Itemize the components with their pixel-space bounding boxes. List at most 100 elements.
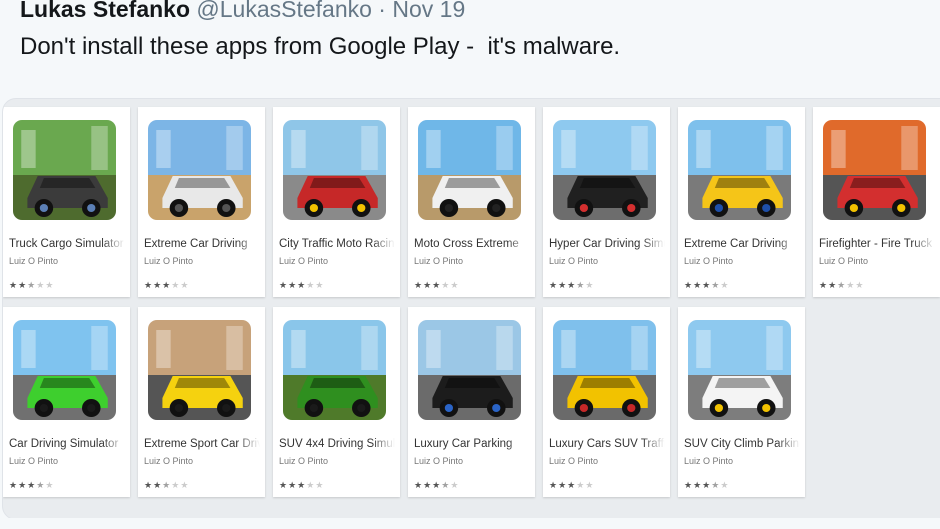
star-icon: ★ xyxy=(414,280,424,290)
star-icon: ★ xyxy=(423,280,433,290)
app-icon[interactable] xyxy=(283,320,386,420)
star-icon: ★ xyxy=(315,280,325,290)
star-rating: ★★★★★ xyxy=(144,280,189,291)
app-title[interactable]: Luxury Cars SUV Traffic xyxy=(549,438,665,450)
app-card[interactable]: Extreme Car Driving Luiz O Pinto ★★★★★ xyxy=(678,107,805,297)
author-handle[interactable]: @LukasStefanko xyxy=(196,0,372,22)
star-icon: ★ xyxy=(288,480,298,490)
star-rating: ★★★★★ xyxy=(144,480,189,491)
star-icon: ★ xyxy=(162,280,172,290)
star-rating: ★★★★★ xyxy=(684,280,729,291)
star-icon: ★ xyxy=(423,480,433,490)
star-icon: ★ xyxy=(306,480,316,490)
tweet-header: Lukas Stefanko @LukasStefanko · Nov 19 xyxy=(20,0,465,24)
app-card[interactable]: Hyper Car Driving Simulator Luiz O Pinto ★… xyxy=(543,107,670,297)
star-icon: ★ xyxy=(18,480,28,490)
app-icon[interactable] xyxy=(283,120,386,220)
app-developer[interactable]: Luiz O Pinto xyxy=(279,456,328,466)
app-title[interactable]: Firefighter - Fire Truck xyxy=(819,238,935,250)
star-icon: ★ xyxy=(144,280,154,290)
app-icon[interactable] xyxy=(13,320,116,420)
app-title[interactable]: Car Driving Simulator xyxy=(9,438,125,450)
star-icon: ★ xyxy=(297,280,307,290)
author-name[interactable]: Lukas Stefanko xyxy=(20,0,190,22)
app-title[interactable]: Moto Cross Extreme xyxy=(414,238,530,250)
star-icon: ★ xyxy=(441,280,451,290)
app-card[interactable]: Extreme Car Driving Luiz O Pinto ★★★★★ xyxy=(138,107,265,297)
app-card[interactable]: Truck Cargo Simulator Luiz O Pinto ★★★★★ xyxy=(3,107,130,297)
app-title[interactable]: SUV 4x4 Driving Simulator xyxy=(279,438,395,450)
star-icon: ★ xyxy=(819,280,829,290)
star-icon: ★ xyxy=(855,280,865,290)
star-icon: ★ xyxy=(162,480,172,490)
app-card[interactable]: Moto Cross Extreme Luiz O Pinto ★★★★★ xyxy=(408,107,535,297)
app-icon[interactable] xyxy=(553,320,656,420)
app-developer[interactable]: Luiz O Pinto xyxy=(819,256,868,266)
app-icon[interactable] xyxy=(688,320,791,420)
app-icon[interactable] xyxy=(13,120,116,220)
app-developer[interactable]: Luiz O Pinto xyxy=(9,256,58,266)
star-icon: ★ xyxy=(45,480,55,490)
star-icon: ★ xyxy=(711,280,721,290)
star-icon: ★ xyxy=(180,280,190,290)
app-title[interactable]: Extreme Sport Car Driving xyxy=(144,438,260,450)
app-title[interactable]: Truck Cargo Simulator xyxy=(9,238,125,250)
star-icon: ★ xyxy=(180,480,190,490)
app-title[interactable]: SUV City Climb Parking xyxy=(684,438,800,450)
star-icon: ★ xyxy=(153,280,163,290)
tweet-date[interactable]: Nov 19 xyxy=(392,0,465,22)
app-developer[interactable]: Luiz O Pinto xyxy=(144,456,193,466)
star-icon: ★ xyxy=(432,280,442,290)
app-icon[interactable] xyxy=(148,120,251,220)
app-title[interactable]: Extreme Car Driving xyxy=(684,238,800,250)
star-icon: ★ xyxy=(171,480,181,490)
app-icon[interactable] xyxy=(553,120,656,220)
star-rating: ★★★★★ xyxy=(549,480,594,491)
app-developer[interactable]: Luiz O Pinto xyxy=(9,456,58,466)
app-developer[interactable]: Luiz O Pinto xyxy=(684,256,733,266)
star-icon: ★ xyxy=(432,480,442,490)
star-icon: ★ xyxy=(297,480,307,490)
star-icon: ★ xyxy=(558,480,568,490)
app-card[interactable]: Luxury Cars SUV Traffic Luiz O Pinto ★★★★★ xyxy=(543,307,670,497)
app-developer[interactable]: Luiz O Pinto xyxy=(279,256,328,266)
app-card[interactable]: SUV 4x4 Driving SimulatorLuiz O Pinto★★★… xyxy=(273,307,400,497)
star-icon: ★ xyxy=(693,280,703,290)
app-title[interactable]: Extreme Car Driving xyxy=(144,238,260,250)
app-card[interactable]: Extreme Sport Car DrivingLuiz O Pinto★★★… xyxy=(138,307,265,497)
star-icon: ★ xyxy=(711,480,721,490)
star-icon: ★ xyxy=(171,280,181,290)
star-icon: ★ xyxy=(684,280,694,290)
app-developer[interactable]: Luiz O Pinto xyxy=(144,256,193,266)
app-icon[interactable] xyxy=(823,120,926,220)
app-title[interactable]: City Traffic Moto Racing xyxy=(279,238,395,250)
app-card[interactable]: SUV City Climb Parking Luiz O Pinto ★★★★★ xyxy=(678,307,805,497)
separator-dot: · xyxy=(378,0,386,22)
star-icon: ★ xyxy=(9,480,19,490)
app-developer[interactable]: Luiz O Pinto xyxy=(414,456,463,466)
tweet-media-image[interactable]: Truck Cargo Simulator Luiz O Pinto ★★★★★ Ex… xyxy=(2,98,940,520)
app-icon[interactable] xyxy=(688,120,791,220)
star-icon: ★ xyxy=(288,280,298,290)
app-developer[interactable]: Luiz O Pinto xyxy=(549,256,598,266)
app-title[interactable]: Hyper Car Driving Simulator xyxy=(549,238,665,250)
app-developer[interactable]: Luiz O Pinto xyxy=(684,456,733,466)
star-icon: ★ xyxy=(837,280,847,290)
app-icon[interactable] xyxy=(418,320,521,420)
app-card[interactable]: City Traffic Moto Racing Luiz O Pinto ★★★★… xyxy=(273,107,400,297)
star-rating: ★★★★★ xyxy=(9,480,54,491)
star-icon: ★ xyxy=(567,280,577,290)
app-developer[interactable]: Luiz O Pinto xyxy=(414,256,463,266)
app-title[interactable]: Luxury Car Parking xyxy=(414,438,530,450)
star-icon: ★ xyxy=(702,280,712,290)
star-icon: ★ xyxy=(693,480,703,490)
app-card[interactable]: Firefighter - Fire Truck Luiz O Pinto ★★★★… xyxy=(813,107,940,297)
star-icon: ★ xyxy=(684,480,694,490)
app-icon[interactable] xyxy=(148,320,251,420)
app-card[interactable]: Luxury Car Parking Luiz O Pinto ★★★★★ xyxy=(408,307,535,497)
star-icon: ★ xyxy=(441,480,451,490)
app-card[interactable]: Car Driving Simulator Luiz O Pinto ★★★★★ xyxy=(3,307,130,497)
app-developer[interactable]: Luiz O Pinto xyxy=(549,456,598,466)
app-icon[interactable] xyxy=(418,120,521,220)
star-icon: ★ xyxy=(279,280,289,290)
